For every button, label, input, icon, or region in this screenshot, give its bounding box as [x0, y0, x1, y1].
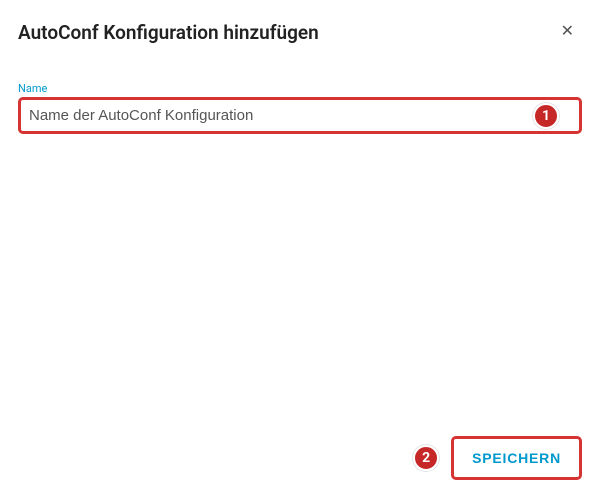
close-icon: ✕ — [561, 23, 574, 40]
name-field-label: Name — [18, 82, 582, 95]
save-button-annotation-box: SPEICHERN — [451, 436, 582, 480]
name-input[interactable] — [21, 100, 579, 131]
close-button[interactable]: ✕ — [553, 20, 582, 44]
annotation-marker-2: 2 — [413, 445, 439, 471]
name-input-annotation-box: 1 — [18, 97, 582, 134]
dialog-header: AutoConf Konfiguration hinzufügen ✕ — [18, 20, 582, 44]
dialog-title: AutoConf Konfiguration hinzufügen — [18, 21, 319, 44]
annotation-marker-1: 1 — [533, 103, 559, 129]
dialog-footer: 2 SPEICHERN — [18, 428, 582, 480]
name-field-row: Name 1 — [18, 82, 582, 134]
spacer — [18, 134, 582, 428]
save-button[interactable]: SPEICHERN — [456, 441, 577, 475]
dialog: AutoConf Konfiguration hinzufügen ✕ Name… — [0, 0, 600, 500]
